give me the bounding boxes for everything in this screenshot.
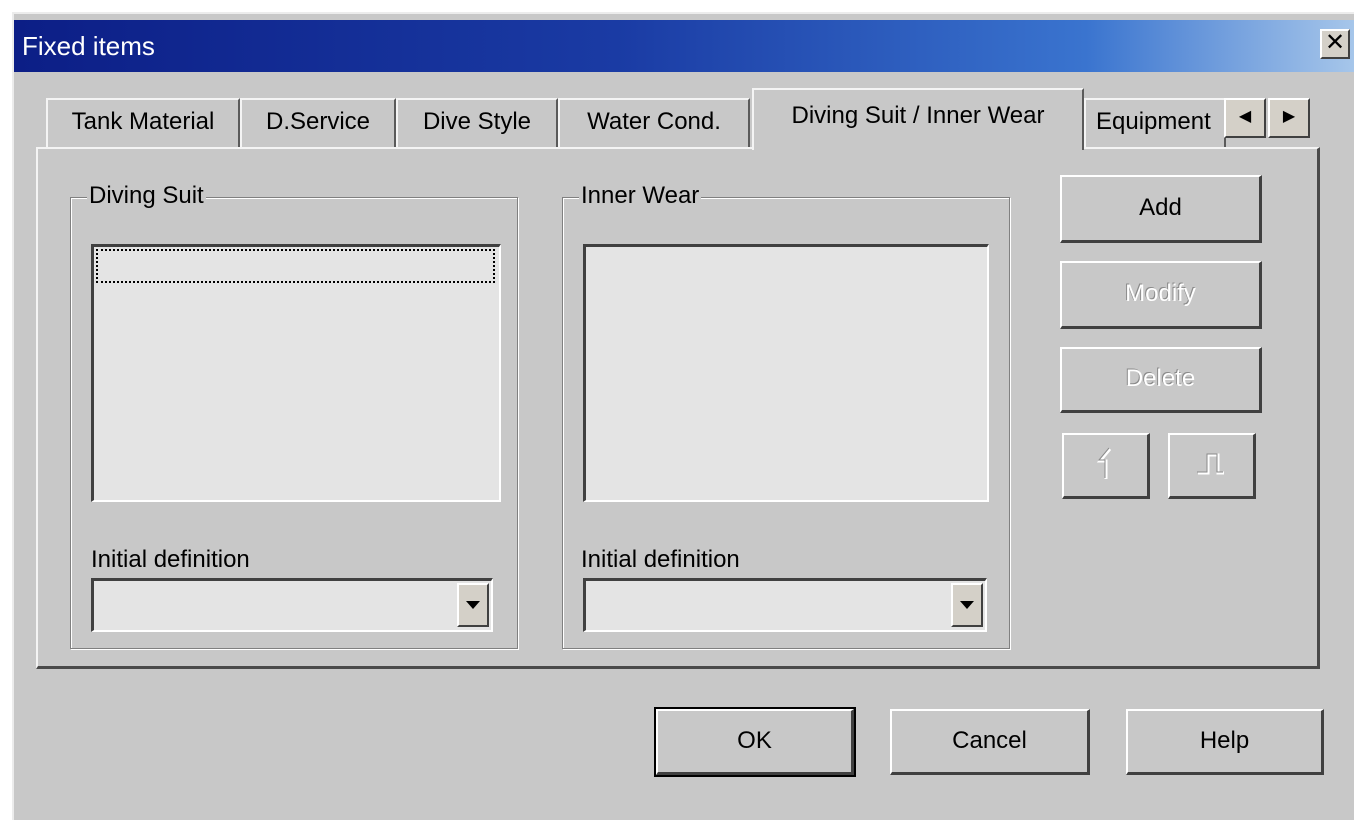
tab-diving-suit-inner-wear[interactable]: Diving Suit / Inner Wear xyxy=(752,88,1084,150)
tab-scroll-buttons: ◀ ▶ xyxy=(1224,98,1312,140)
tab-tank-material[interactable]: Tank Material xyxy=(46,98,240,148)
tab-label: Water Cond. xyxy=(587,108,721,135)
triangle-left-icon: ◀ xyxy=(1238,108,1252,125)
triangle-right-icon: ▶ xyxy=(1282,108,1296,125)
button-label: Modify xyxy=(1125,280,1196,307)
initial-definition-label: Initial definition xyxy=(91,546,250,573)
initial-definition-label: Initial definition xyxy=(581,546,740,573)
tab-label: D.Service xyxy=(265,108,371,135)
cancel-button[interactable]: Cancel xyxy=(890,709,1090,775)
add-button[interactable]: Add xyxy=(1060,175,1262,243)
move-up-button[interactable] xyxy=(1062,433,1150,499)
tab-equipment[interactable]: Equipment xyxy=(1084,98,1226,148)
group-label: Inner Wear xyxy=(579,182,702,210)
modify-button[interactable]: Modify xyxy=(1060,261,1262,329)
button-label: OK xyxy=(737,727,772,754)
close-button[interactable]: ✕ xyxy=(1320,29,1350,59)
close-icon: ✕ xyxy=(1324,29,1346,56)
chevron-down-icon[interactable] xyxy=(951,583,983,627)
chevron-down-icon[interactable] xyxy=(457,583,489,627)
button-label: Help xyxy=(1199,727,1250,754)
diving-suit-group: Diving Suit Initial definition xyxy=(70,182,518,649)
down-arrow-icon xyxy=(1196,453,1224,475)
ok-button[interactable]: OK xyxy=(654,707,856,777)
tab-label: Dive Style xyxy=(422,108,532,135)
tab-scroll-right-button[interactable]: ▶ xyxy=(1268,98,1310,138)
title-bar: Fixed items ✕ xyxy=(14,20,1354,72)
tab-dive-style[interactable]: Dive Style xyxy=(396,98,558,148)
focus-row[interactable] xyxy=(96,249,495,283)
button-label: Delete xyxy=(1125,365,1196,392)
inner-wear-listbox[interactable] xyxy=(583,244,989,502)
delete-button[interactable]: Delete xyxy=(1060,347,1262,413)
diving-suit-initial-select[interactable] xyxy=(91,578,493,632)
tab-d-service[interactable]: D.Service xyxy=(240,98,396,148)
up-arrow-icon xyxy=(1096,447,1111,479)
inner-wear-group: Inner Wear Initial definition xyxy=(562,182,1010,649)
button-label: Cancel xyxy=(952,727,1027,754)
help-button[interactable]: Help xyxy=(1126,709,1324,775)
window-title: Fixed items xyxy=(22,31,155,61)
inner-wear-initial-select[interactable] xyxy=(583,578,987,632)
move-down-button[interactable] xyxy=(1168,433,1256,499)
button-label: Add xyxy=(1139,194,1182,221)
tab-scroll-left-button[interactable]: ◀ xyxy=(1224,98,1266,138)
tab-panel: Diving Suit Initial definition Inner Wea… xyxy=(36,147,1320,669)
group-label: Diving Suit xyxy=(87,182,206,210)
tab-label: Tank Material xyxy=(71,108,215,135)
tab-label: Equipment xyxy=(1096,108,1211,135)
tab-water-cond[interactable]: Water Cond. xyxy=(558,98,750,148)
tab-label: Diving Suit / Inner Wear xyxy=(791,102,1045,129)
diving-suit-listbox[interactable] xyxy=(91,244,501,502)
